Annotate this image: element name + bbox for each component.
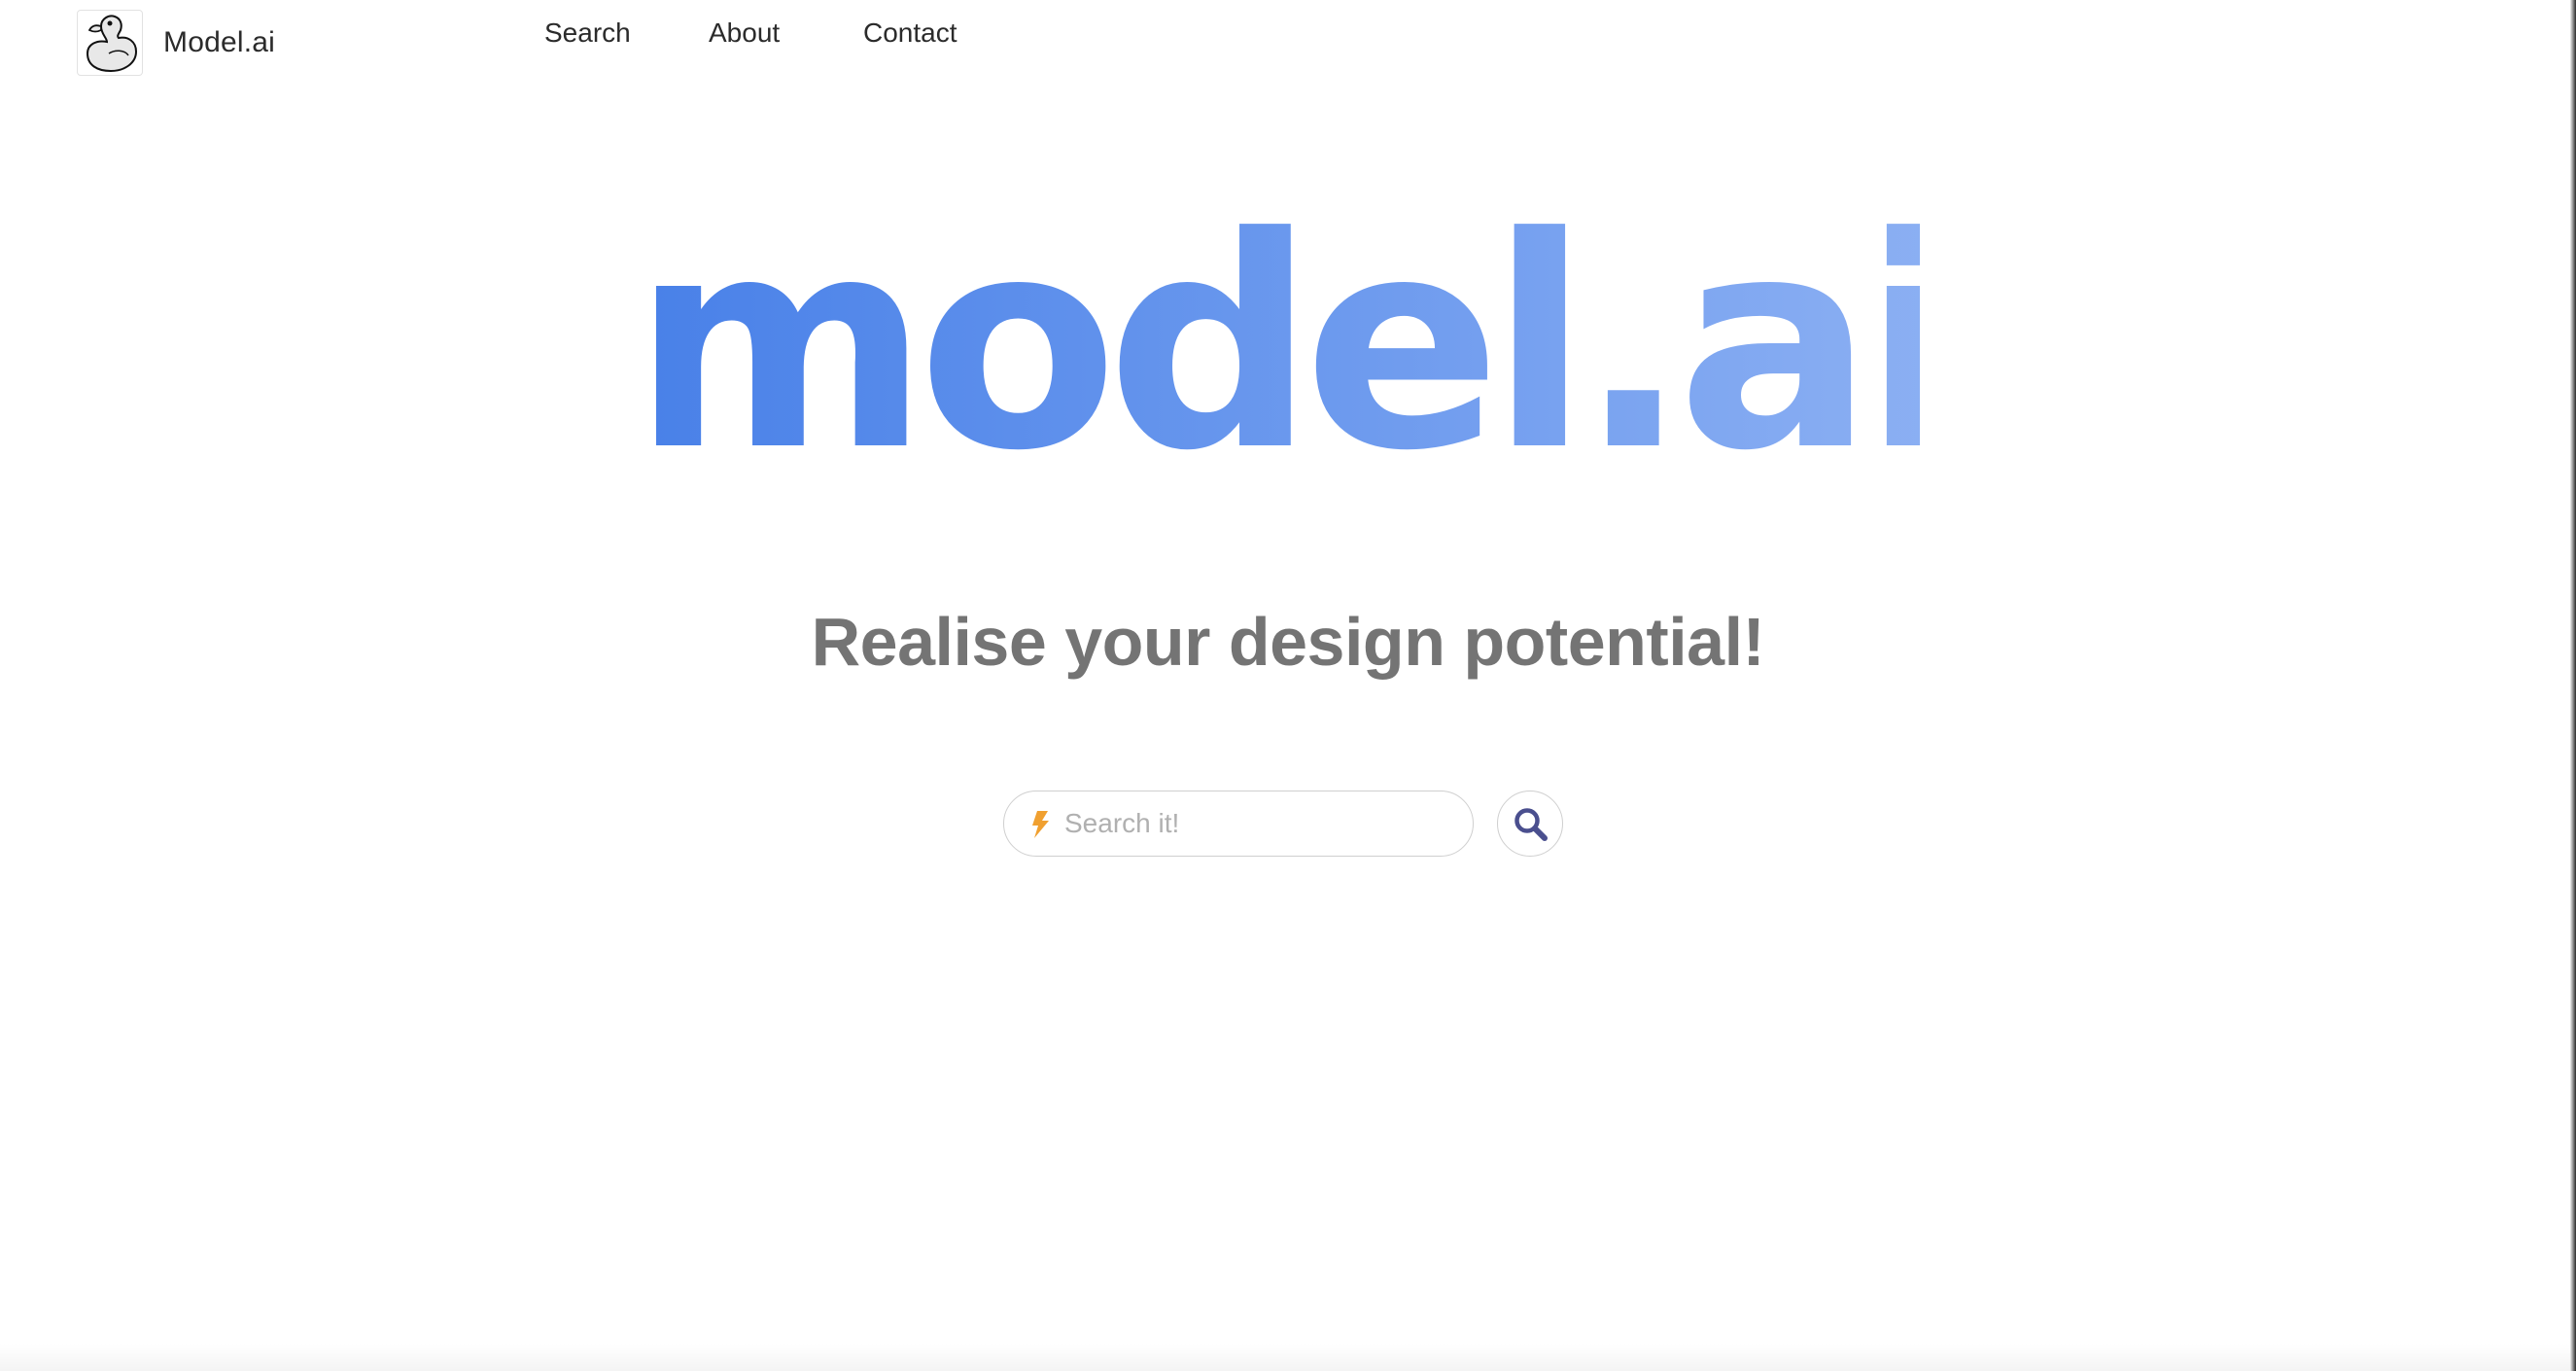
hero-title-text: model.ai — [656, 175, 1920, 467]
nav-search-link[interactable]: Search — [544, 16, 631, 51]
nav-about-link[interactable]: About — [709, 16, 780, 51]
bottom-strip — [0, 1344, 2576, 1371]
hero-title-wrap: model.ai — [0, 136, 2576, 467]
page: Model.ai Search About Contact model.ai R… — [0, 0, 2576, 1371]
lightning-bolt-icon — [1032, 811, 1049, 838]
logo-button[interactable] — [77, 10, 143, 76]
search-input[interactable] — [1064, 803, 1453, 844]
tagline: Realise your design potential! — [811, 604, 1765, 680]
magnifier-icon — [1514, 808, 1548, 841]
window-edge — [2570, 0, 2576, 1371]
duck-icon — [86, 15, 138, 73]
search-field[interactable] — [1003, 791, 1474, 857]
brand-name[interactable]: Model.ai — [163, 25, 275, 60]
search-button[interactable] — [1497, 791, 1563, 857]
nav-contact-link[interactable]: Contact — [863, 16, 957, 51]
hero-title: model.ai — [656, 175, 1920, 467]
